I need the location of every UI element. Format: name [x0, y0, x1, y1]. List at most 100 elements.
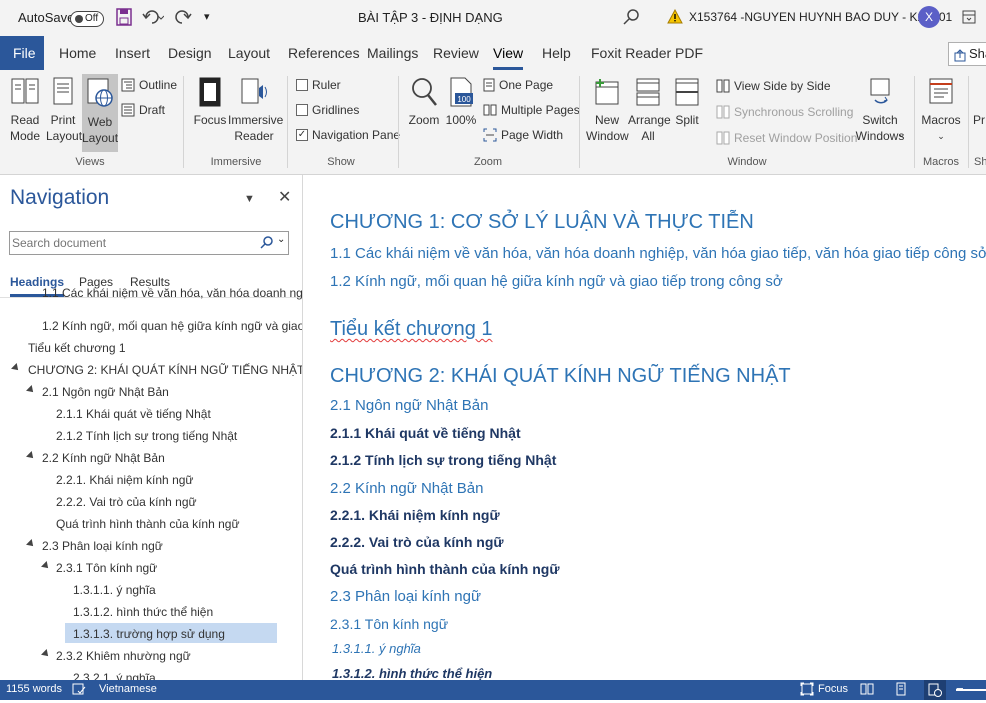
ribbon-display-options-icon[interactable]	[962, 10, 976, 27]
save-icon[interactable]	[116, 8, 132, 29]
tab-layout[interactable]: Layout	[228, 36, 270, 70]
macros-button[interactable]: Macros ⌄	[920, 76, 962, 144]
nav-heading-item[interactable]: 2.3 Phân loại kính ngữ	[0, 534, 302, 554]
search-document-input[interactable]	[12, 234, 252, 252]
document-heading[interactable]: 2.2.2. Vai trò của kính ngữ	[330, 534, 504, 550]
nav-heading-item[interactable]: 1.2 Kính ngữ, mối quan hệ giữa kính ngữ …	[0, 314, 302, 334]
word-count[interactable]: 1155 words	[6, 683, 62, 695]
document-heading[interactable]: 1.3.1.1. ý nghĩa	[332, 641, 421, 656]
document-heading[interactable]: 2.1.2 Tính lịch sự trong tiếng Nhật	[330, 452, 556, 468]
gridlines-check[interactable]	[296, 104, 308, 116]
tab-view[interactable]: View	[493, 36, 524, 70]
tab-design[interactable]: Design	[168, 36, 212, 70]
nav-heading-item[interactable]: 2.3.2 Khiêm nhường ngữ	[0, 644, 302, 664]
split-button[interactable]: Split	[670, 76, 704, 128]
nav-heading-item[interactable]: 2.2.1. Khái niệm kính ngữ	[0, 468, 302, 488]
nav-heading-item[interactable]: 2.3.2.1. ý nghĩa	[0, 666, 302, 680]
collapse-triangle-icon[interactable]	[26, 451, 36, 461]
language[interactable]: Vietnamese	[99, 683, 157, 695]
document-heading[interactable]: 1.3.1.2. hình thức thể hiện	[332, 666, 492, 680]
new-window-button[interactable]: New Window	[586, 76, 629, 144]
document-heading[interactable]: Tiểu kết chương 1	[330, 318, 493, 341]
collapse-triangle-icon[interactable]	[41, 649, 51, 659]
redo-icon[interactable]	[175, 8, 193, 29]
proofing-icon[interactable]	[72, 682, 86, 699]
customize-qat-icon[interactable]: ▾	[204, 10, 210, 23]
tab-references[interactable]: References	[288, 36, 360, 70]
tab-home[interactable]: Home	[59, 36, 96, 70]
collapse-triangle-icon[interactable]	[41, 561, 51, 571]
nav-heading-item[interactable]: Tiểu kết chương 1	[0, 336, 302, 356]
nav-heading-item[interactable]: 2.3.1 Tôn kính ngữ	[0, 556, 302, 576]
print-layout-button[interactable]: Print Layout	[46, 76, 82, 144]
page-width-button[interactable]: Page Width	[483, 127, 563, 143]
ruler-checkbox[interactable]: Ruler	[296, 77, 341, 93]
autosave-toggle[interactable]: Off	[70, 11, 104, 27]
document-heading[interactable]: CHƯƠNG 2: KHÁI QUÁT KÍNH NGỮ TIẾNG NHẬT	[330, 365, 791, 388]
document-heading[interactable]: 2.2 Kính ngữ Nhật Bản	[330, 480, 483, 497]
multiple-pages-button[interactable]: Multiple Pages	[483, 102, 580, 118]
document-heading[interactable]: Quá trình hình thành của kính ngữ	[330, 561, 559, 577]
nav-heading-item[interactable]: Quá trình hình thành của kính ngữ	[0, 512, 302, 532]
document-heading[interactable]: 2.1 Ngôn ngữ Nhật Bản	[330, 397, 488, 414]
collapse-triangle-icon[interactable]	[11, 363, 21, 373]
document-heading[interactable]: 2.2.1. Khái niệm kính ngữ	[330, 507, 500, 523]
nav-heading-item[interactable]: CHƯƠNG 2: KHÁI QUÁT KÍNH NGỮ TIẾNG NHẬT	[0, 358, 302, 378]
print-layout-view-icon[interactable]	[894, 682, 908, 699]
document-heading[interactable]: CHƯƠNG 1: CƠ SỞ LÝ LUẬN VÀ THỰC TIỄN	[330, 211, 754, 234]
nav-heading-item[interactable]: 1.3.1.3. trường hợp sử dụng	[0, 622, 302, 643]
navigation-pane-checkbox[interactable]: ✓ Navigation Pane	[296, 127, 400, 143]
zoom-button[interactable]: Zoom	[406, 76, 442, 128]
outline-button[interactable]: Outline	[121, 77, 177, 93]
collapse-triangle-icon[interactable]	[26, 539, 36, 549]
properties-button[interactable]: Pr	[972, 112, 986, 128]
chevron-down-icon[interactable]: ⌄	[277, 234, 285, 245]
undo-icon[interactable]	[142, 8, 165, 29]
synchronous-scrolling-button[interactable]: Synchronous Scrolling	[716, 104, 853, 120]
document-heading[interactable]: 2.3.1 Tôn kính ngữ	[330, 616, 448, 632]
web-layout-view-icon[interactable]	[924, 680, 946, 700]
nav-heading-item[interactable]: 2.1.2 Tính lịch sự trong tiếng Nhật	[0, 424, 302, 444]
search-document-box[interactable]: ⌄	[9, 231, 289, 255]
draft-button[interactable]: Draft	[121, 102, 165, 118]
search-icon[interactable]	[623, 8, 641, 29]
nav-heading-item[interactable]: 2.1.1 Khái quát về tiếng Nhật	[0, 402, 302, 422]
view-side-by-side-button[interactable]: View Side by Side	[716, 78, 831, 94]
web-layout-button[interactable]: Web Layout	[82, 74, 118, 152]
zoom-100-button[interactable]: 100 100%	[444, 76, 478, 128]
switch-windows-button[interactable]: Switch Windows ⌄	[852, 76, 908, 144]
immersive-reader-button[interactable]: Immersive Reader	[228, 76, 283, 144]
tab-review[interactable]: Review	[433, 36, 479, 70]
reset-window-position-button[interactable]: Reset Window Position	[716, 130, 857, 146]
nav-heading-item[interactable]: 2.2 Kính ngữ Nhật Bản	[0, 446, 302, 466]
close-icon[interactable]: ✕	[278, 187, 291, 207]
read-mode-view-icon[interactable]	[860, 682, 874, 699]
nav-heading-item[interactable]: 1.3.1.1. ý nghĩa	[0, 578, 302, 598]
gridlines-checkbox[interactable]: Gridlines	[296, 102, 359, 118]
share-button[interactable]: Sha	[948, 42, 986, 66]
nav-heading-item[interactable]: 1.1 Các khái niệm về văn hóa, văn hóa do…	[0, 286, 302, 312]
document-heading[interactable]: 1.1 Các khái niệm về văn hóa, văn hóa do…	[330, 245, 986, 262]
document-heading[interactable]: 1.2 Kính ngữ, mối quan hệ giữa kính ngữ …	[330, 273, 783, 290]
avatar[interactable]: X	[918, 6, 940, 28]
pane-options-icon[interactable]: ▼	[244, 193, 255, 205]
arrange-all-button[interactable]: Arrange All	[628, 76, 671, 144]
tab-help[interactable]: Help	[542, 36, 571, 70]
nav-heading-item[interactable]: 2.1 Ngôn ngữ Nhật Bản	[0, 380, 302, 400]
nav-heading-item[interactable]: 2.2.2. Vai trò của kính ngữ	[0, 490, 302, 510]
tab-mailings[interactable]: Mailings	[367, 36, 418, 70]
tab-foxit-reader-pdf[interactable]: Foxit Reader PDF	[591, 36, 703, 70]
ruler-check[interactable]	[296, 79, 308, 91]
zoom-out-icon[interactable]: −	[956, 681, 964, 696]
focus-button[interactable]: Focus	[192, 76, 228, 128]
navigation-pane-check[interactable]: ✓	[296, 129, 308, 141]
document-heading[interactable]: 2.3 Phân loại kính ngữ	[330, 588, 481, 605]
focus-mode-button[interactable]: Focus	[800, 682, 848, 696]
tab-insert[interactable]: Insert	[115, 36, 150, 70]
nav-heading-item[interactable]: 1.3.1.2. hình thức thể hiện	[0, 600, 302, 620]
search-icon[interactable]	[260, 235, 274, 254]
document-heading[interactable]: 2.1.1 Khái quát về tiếng Nhật	[330, 425, 521, 441]
one-page-button[interactable]: One Page	[483, 77, 553, 93]
read-mode-button[interactable]: Read Mode	[6, 76, 44, 144]
collapse-triangle-icon[interactable]	[26, 385, 36, 395]
